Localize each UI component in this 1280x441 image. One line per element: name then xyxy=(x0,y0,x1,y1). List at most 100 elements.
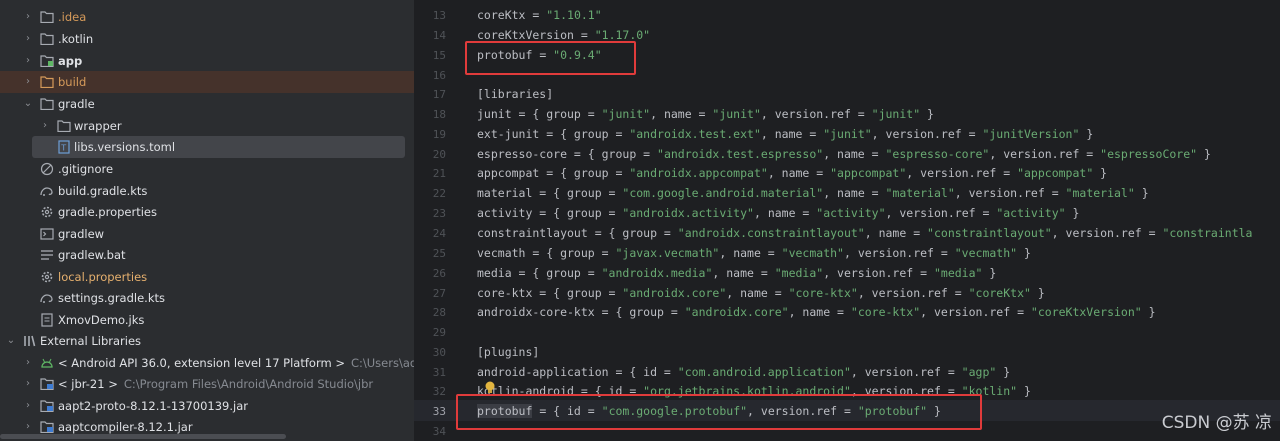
tree-item-app[interactable]: › app xyxy=(0,50,414,72)
gradle-icon xyxy=(39,290,55,306)
chevron-right-icon[interactable]: › xyxy=(22,357,34,368)
code-editor[interactable]: 13 14 15 16 17 18 19 20 21 22 23 24 25 26 27 28 29 30 31 32… xyxy=(414,0,1280,441)
code-line-13: coreKtx = "1.10.1" xyxy=(477,8,602,22)
chevron-down-icon[interactable]: ⌄ xyxy=(22,98,34,109)
tree-item-label: gradle xyxy=(58,96,95,111)
tree-item-jbr[interactable]: › < jbr-21 > C:\Program Files\Android\And… xyxy=(0,373,414,395)
line-number: 13 xyxy=(432,9,446,22)
line-number: 18 xyxy=(432,108,446,121)
line-number: 27 xyxy=(432,287,446,300)
tree-item-aapt2-proto-jar[interactable]: › aapt2-proto-8.12.1-13700139.jar xyxy=(0,395,414,417)
code-line-25: vecmath = { group = "javax.vecmath", nam… xyxy=(477,246,1031,260)
tree-item-label: XmovDemo.jks xyxy=(58,312,145,327)
chevron-right-icon[interactable]: › xyxy=(22,378,34,389)
tree-item-wrapper[interactable]: › wrapper xyxy=(0,115,414,137)
tree-item-build-gradle-kts[interactable]: build.gradle.kts xyxy=(0,180,414,202)
project-tree-panel: › .idea › .kotlin › app › build ⌄ gradle… xyxy=(0,0,414,441)
tree-item-label: gradlew xyxy=(58,226,105,241)
library-icon xyxy=(21,333,37,349)
folder-icon xyxy=(39,96,55,112)
tree-item-build[interactable]: › build xyxy=(0,71,414,93)
keystore-file-icon xyxy=(39,312,55,328)
chevron-right-icon[interactable]: › xyxy=(22,400,34,411)
line-number: 14 xyxy=(432,29,446,42)
library-path: C:\Users\admin\Ap xyxy=(350,355,414,370)
code-line-23: activity = { group = "androidx.activity"… xyxy=(477,206,1080,220)
tree-item-label: settings.gradle.kts xyxy=(58,290,165,305)
chevron-down-icon[interactable]: ⌄ xyxy=(5,335,17,346)
code-line-30: [plugins] xyxy=(477,345,540,359)
code-line-22: material = { group = "com.google.android… xyxy=(477,186,1149,200)
terminal-file-icon xyxy=(39,226,55,242)
tree-item-idea[interactable]: › .idea xyxy=(0,6,414,28)
tree-item-local-properties[interactable]: local.properties xyxy=(0,266,414,288)
code-line-17: [libraries] xyxy=(477,87,554,101)
ignore-file-icon xyxy=(39,161,55,177)
chevron-right-icon[interactable]: › xyxy=(39,120,51,131)
tree-item-gradle-properties[interactable]: gradle.properties xyxy=(0,201,414,223)
code-line-20: espresso-core = { group = "androidx.test… xyxy=(477,147,1211,161)
tree-item-label: aapt2-proto-8.12.1-13700139.jar xyxy=(58,398,248,413)
line-number: 19 xyxy=(432,128,446,141)
tree-item-xmovdemo-jks[interactable]: XmovDemo.jks xyxy=(0,309,414,331)
tree-item-label: wrapper xyxy=(74,118,122,133)
horizontal-scrollbar[interactable] xyxy=(0,434,286,439)
line-number: 33 xyxy=(432,405,446,418)
line-number: 32 xyxy=(432,385,446,398)
chevron-right-icon[interactable]: › xyxy=(22,11,34,22)
line-number: 30 xyxy=(432,346,446,359)
code-line-27: core-ktx = { group = "androidx.core", na… xyxy=(477,286,1045,300)
tree-item-gradle[interactable]: ⌄ gradle xyxy=(0,93,414,115)
tree-item-label: .gitignore xyxy=(58,161,114,176)
line-number: 15 xyxy=(432,49,446,62)
tree-item-libs-versions-toml[interactable]: T libs.versions.toml xyxy=(32,136,405,158)
tree-item-gradlew-bat[interactable]: gradlew.bat xyxy=(0,244,414,266)
gear-icon xyxy=(39,204,55,220)
tree-item-label: local.properties xyxy=(58,269,148,284)
tree-item-label: < Android API 36.0, extension level 17 P… xyxy=(58,356,414,370)
watermark: CSDN @苏 凉 xyxy=(1161,413,1272,433)
tree-item-label: build.gradle.kts xyxy=(58,183,148,198)
jdk-folder-icon xyxy=(39,376,55,392)
tree-item-android-api[interactable]: › < Android API 36.0, extension level 17… xyxy=(0,352,414,374)
tree-item-gitignore[interactable]: .gitignore xyxy=(0,158,414,180)
tree-item-gradlew[interactable]: gradlew xyxy=(0,223,414,245)
tree-item-external-libraries[interactable]: ⌄ External Libraries xyxy=(0,330,414,352)
tree-item-label: app xyxy=(58,53,83,68)
line-number: 25 xyxy=(432,247,446,260)
tree-item-label: .kotlin xyxy=(58,31,94,46)
gradle-icon xyxy=(39,183,55,199)
jar-icon xyxy=(39,419,55,435)
tree-item-label: gradlew.bat xyxy=(58,247,126,262)
folder-icon xyxy=(39,31,55,47)
toml-file-icon: T xyxy=(56,139,72,155)
chevron-right-icon[interactable]: › xyxy=(22,33,34,44)
tree-item-label: libs.versions.toml xyxy=(74,139,176,154)
line-number: 28 xyxy=(432,306,446,319)
folder-icon xyxy=(39,74,55,90)
code-line-26: media = { group = "androidx.media", name… xyxy=(477,266,997,280)
line-number: 31 xyxy=(432,366,446,379)
chevron-right-icon[interactable]: › xyxy=(22,76,34,87)
line-number: 23 xyxy=(432,207,446,220)
tree-item-label: aaptcompiler-8.12.1.jar xyxy=(58,419,193,434)
lightbulb-icon[interactable] xyxy=(484,380,496,394)
gear-icon xyxy=(39,269,55,285)
tree-item-settings-gradle-kts[interactable]: settings.gradle.kts xyxy=(0,287,414,309)
code-line-28: androidx-core-ktx = { group = "androidx.… xyxy=(477,305,1156,319)
chevron-right-icon[interactable]: › xyxy=(22,421,34,432)
line-number: 16 xyxy=(432,69,446,82)
tree-item-kotlin[interactable]: › .kotlin xyxy=(0,28,414,50)
module-folder-icon xyxy=(39,53,55,69)
line-number: 22 xyxy=(432,187,446,200)
line-number: 26 xyxy=(432,267,446,280)
code-line-31: android-application = { id = "com.androi… xyxy=(477,365,1011,379)
line-number: 34 xyxy=(432,425,446,438)
tree-item-label: build xyxy=(58,74,87,89)
library-path: C:\Program Files\Android\Android Studio\… xyxy=(123,376,374,391)
annotation-box-plugin xyxy=(456,394,982,430)
annotation-box-version xyxy=(465,41,636,75)
chevron-right-icon[interactable]: › xyxy=(22,55,34,66)
svg-text:T: T xyxy=(60,143,66,152)
android-icon xyxy=(39,355,55,371)
